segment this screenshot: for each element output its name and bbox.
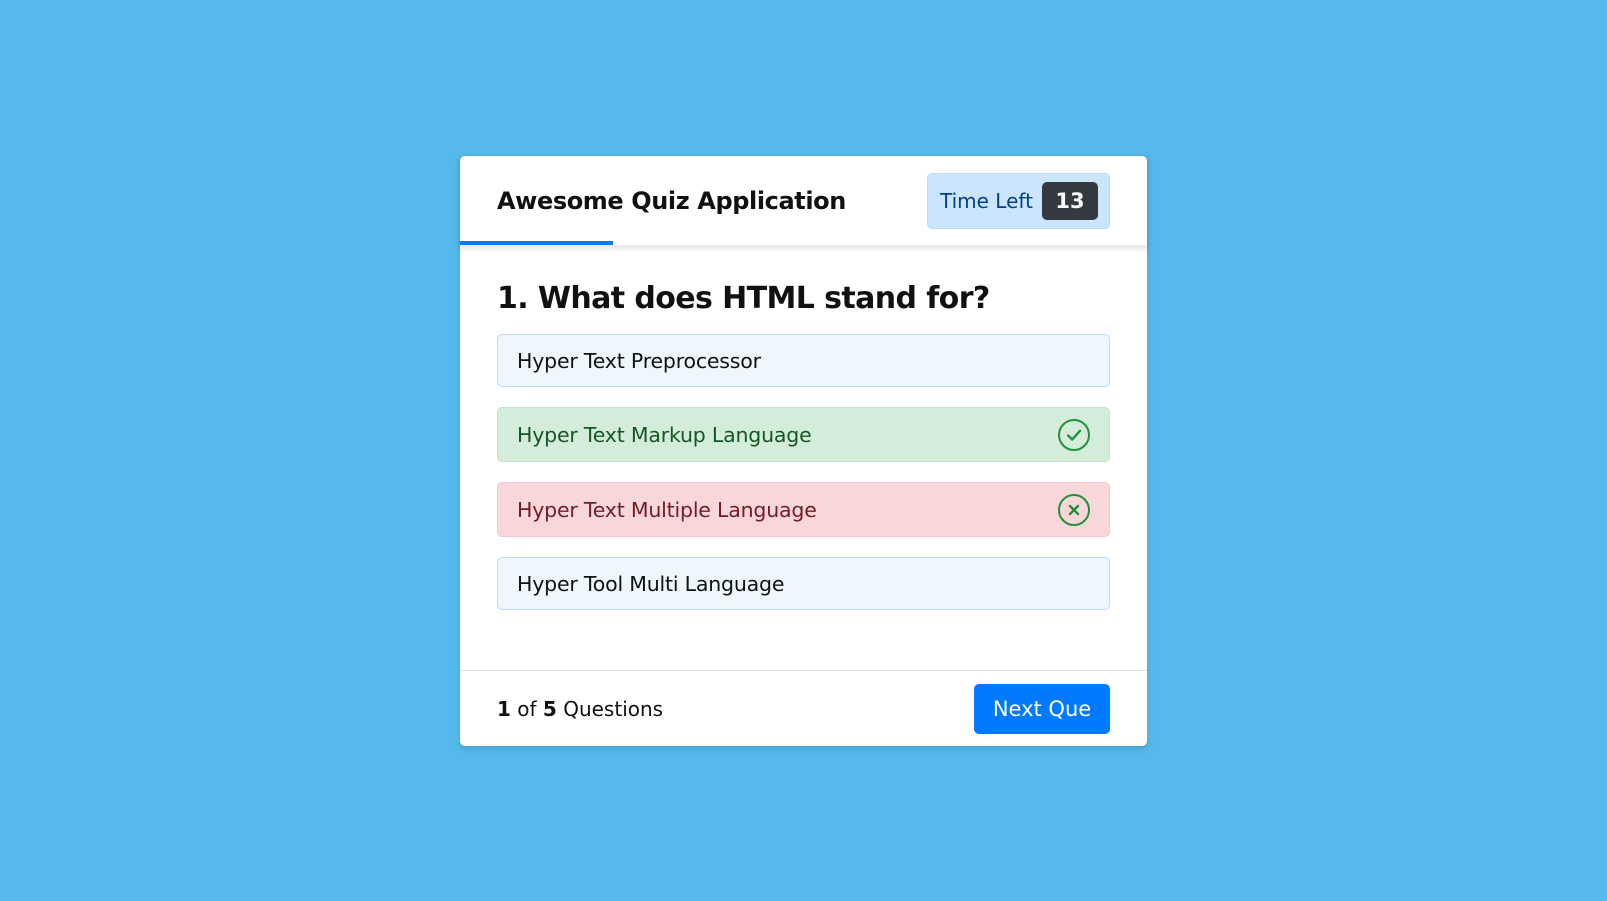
quiz-footer: 1 of 5 Questions Next Que [460,670,1147,746]
total-question-number: 5 [542,696,557,721]
quiz-section: 1. What does HTML stand for? Hyper Text … [460,245,1147,610]
option-label: Hyper Text Markup Language [517,422,812,447]
option-list: Hyper Text Preprocessor Hyper Text Marku… [497,334,1110,610]
option-label: Hyper Text Preprocessor [517,348,761,373]
questions-label: Questions [563,696,664,721]
current-question-number: 1 [497,696,511,721]
timer-label: Time Left [940,188,1033,213]
quiz-title: Awesome Quiz Application [497,186,846,215]
quiz-header: Awesome Quiz Application Time Left 13 [460,156,1147,245]
time-progress-line [460,241,614,245]
of-label: of [517,696,537,721]
option-label: Hyper Text Multiple Language [517,497,817,522]
option-3[interactable]: Hyper Text Multiple Language [497,482,1110,537]
timer-seconds: 13 [1042,181,1098,220]
next-question-button[interactable]: Next Que [974,683,1110,734]
timer: Time Left 13 [927,172,1110,229]
x-circle-icon [1058,493,1090,526]
option-2[interactable]: Hyper Text Markup Language [497,407,1110,462]
option-label: Hyper Tool Multi Language [517,571,785,596]
check-circle-icon [1058,418,1090,451]
option-4[interactable]: Hyper Tool Multi Language [497,557,1110,610]
quiz-box: Awesome Quiz Application Time Left 13 1.… [460,156,1147,746]
question-counter: 1 of 5 Questions [497,697,663,721]
option-1[interactable]: Hyper Text Preprocessor [497,334,1110,387]
question-text: 1. What does HTML stand for? [497,281,990,316]
